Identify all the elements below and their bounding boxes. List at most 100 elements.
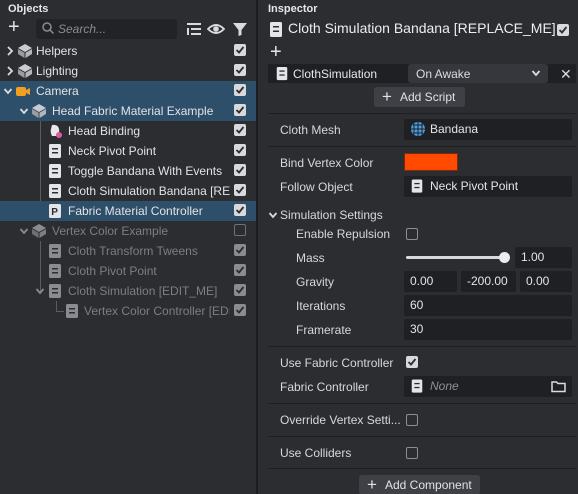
enabled-checkbox[interactable] [234, 184, 246, 196]
tree-row-camera[interactable]: Camera [0, 81, 256, 101]
enabled-checkbox[interactable] [234, 44, 246, 56]
enabled-checkbox[interactable] [234, 104, 246, 116]
tree-row-label: Vertex Color Example [52, 224, 169, 238]
tree-row-label: Cloth Simulation Bandana [REPLACE_ME] [68, 184, 230, 198]
use-colliders-checkbox[interactable] [406, 447, 418, 459]
mass-slider-knob[interactable] [499, 252, 510, 263]
enabled-checkbox[interactable] [234, 264, 246, 276]
override-vertex-settings-checkbox[interactable] [406, 414, 418, 426]
tree-row-neck-pivot-point[interactable]: Neck Pivot Point [0, 141, 256, 161]
enabled-checkbox[interactable] [234, 244, 246, 256]
visibility-eye-icon[interactable] [207, 20, 225, 38]
tree-row-cloth-simulation-bandana[interactable]: Cloth Simulation Bandana [REPLACE_ME] [0, 181, 256, 201]
framerate-input[interactable]: 30 [404, 319, 572, 340]
follow-object-value: Neck Pivot Point [430, 179, 519, 193]
add-component-button[interactable]: + Add Component [359, 475, 480, 494]
enabled-checkbox[interactable] [234, 164, 246, 176]
enabled-checkbox[interactable] [234, 144, 246, 156]
chevron-down-icon[interactable] [19, 105, 29, 117]
bind-vertex-color-swatch[interactable] [404, 153, 458, 171]
gravity-x-input[interactable]: 0.00 [404, 271, 457, 292]
component-name: ClothSimulation [293, 67, 378, 81]
script-document-icon [49, 244, 61, 258]
divider [268, 346, 576, 347]
filter-icon[interactable] [231, 20, 249, 38]
mass-input[interactable]: 1.00 [515, 247, 572, 268]
cloth-mesh-field[interactable]: Bandana [404, 119, 572, 140]
script-document-icon [49, 144, 61, 158]
script-document-icon [411, 379, 423, 393]
tree-row-label: Camera [36, 84, 79, 98]
objects-panel-title: Objects [8, 3, 49, 15]
tree-row-fabric-material-controller[interactable]: P Fabric Material Controller [0, 201, 256, 221]
script-document-icon [49, 164, 61, 178]
framerate-value: 30 [410, 322, 424, 336]
chevron-down-icon[interactable] [3, 85, 13, 97]
gravity-y-input[interactable]: -200.00 [461, 271, 516, 292]
enabled-checkbox[interactable] [234, 204, 246, 216]
search-input[interactable]: Search... [36, 19, 177, 39]
enable-repulsion-checkbox[interactable] [406, 228, 418, 240]
divider [268, 113, 576, 114]
enabled-checkbox[interactable] [234, 284, 246, 296]
iterations-label: Iterations [296, 299, 346, 313]
fabric-controller-value: None [430, 379, 459, 393]
object-enabled-checkbox[interactable] [557, 24, 569, 36]
script-document-icon [66, 304, 78, 318]
enabled-checkbox[interactable] [234, 304, 246, 316]
enabled-checkbox[interactable] [234, 124, 246, 136]
tree-row-toggle-bandana[interactable]: Toggle Bandana With Events [0, 161, 256, 181]
follow-object-label: Follow Object [280, 180, 353, 194]
tree-row-head-binding[interactable]: Head Binding [0, 121, 256, 141]
fabric-controller-field[interactable]: None [404, 376, 572, 397]
chevron-down-icon[interactable] [35, 285, 45, 297]
gravity-z-value: 0.00 [526, 274, 550, 288]
tree-row-vertex-color-controller[interactable]: Vertex Color Controller [EDIT_ME] [0, 301, 256, 321]
chevron-right-icon[interactable] [5, 45, 15, 57]
follow-object-field[interactable]: Neck Pivot Point [404, 176, 572, 197]
tree-row-cloth-simulation-edit-me[interactable]: Cloth Simulation [EDIT_ME] [0, 281, 256, 301]
gravity-z-input[interactable]: 0.00 [520, 271, 572, 292]
folder-icon[interactable] [551, 379, 566, 393]
enabled-checkbox[interactable] [234, 224, 246, 236]
search-icon [42, 22, 55, 35]
enable-repulsion-label: Enable Repulsion [296, 227, 391, 241]
object-name-field[interactable]: Cloth Simulation Bandana [REPLACE_ME] [288, 20, 556, 36]
tree-row-label: Lighting [36, 64, 79, 78]
tree-row-vertex-color-example[interactable]: Vertex Color Example [0, 221, 256, 241]
add-component-plus-button[interactable]: + [270, 42, 282, 62]
remove-component-close-icon[interactable]: ✕ [560, 66, 572, 83]
chevron-right-icon[interactable] [5, 65, 15, 77]
mass-value: 1.00 [521, 250, 545, 264]
chevron-down-icon[interactable] [19, 225, 29, 237]
add-script-label: Add Script [400, 90, 456, 104]
tree-row-cloth-transform-tweens[interactable]: Cloth Transform Tweens [0, 241, 256, 261]
object-cube-icon [18, 64, 32, 78]
script-document-icon [276, 66, 288, 81]
tree-row-cloth-pivot-point[interactable]: Cloth Pivot Point [0, 261, 256, 281]
iterations-input[interactable]: 60 [404, 295, 572, 316]
script-document-icon [270, 22, 282, 37]
mass-slider-track[interactable] [406, 256, 504, 259]
object-cube-icon [32, 224, 46, 238]
inspector-panel: Inspector Cloth Simulation Bandana [REPL… [260, 0, 578, 494]
use-fabric-controller-checkbox[interactable] [406, 356, 418, 368]
tree-row-helpers[interactable]: Helpers [0, 41, 256, 61]
script-document-icon [49, 184, 61, 198]
enabled-checkbox[interactable] [234, 84, 246, 96]
tree-row-lighting[interactable]: Lighting [0, 61, 256, 81]
list-view-icon[interactable] [185, 20, 203, 38]
chevron-down-icon[interactable] [268, 210, 278, 220]
tree-row-head-fabric-material-example[interactable]: Head Fabric Material Example [0, 101, 256, 121]
simulation-settings-header[interactable]: Simulation Settings [280, 208, 383, 222]
trigger-dropdown[interactable]: On Awake [408, 64, 548, 83]
gravity-label: Gravity [296, 275, 335, 289]
inspector-panel-title: Inspector [268, 3, 318, 15]
use-colliders-label: Use Colliders [280, 446, 352, 460]
divider [268, 403, 576, 404]
add-object-button[interactable]: + [8, 17, 26, 38]
tree-row-label: Cloth Simulation [EDIT_ME] [68, 284, 218, 298]
enabled-checkbox[interactable] [234, 64, 246, 76]
chevron-down-icon [531, 70, 541, 77]
add-script-button[interactable]: + Add Script [374, 87, 465, 107]
